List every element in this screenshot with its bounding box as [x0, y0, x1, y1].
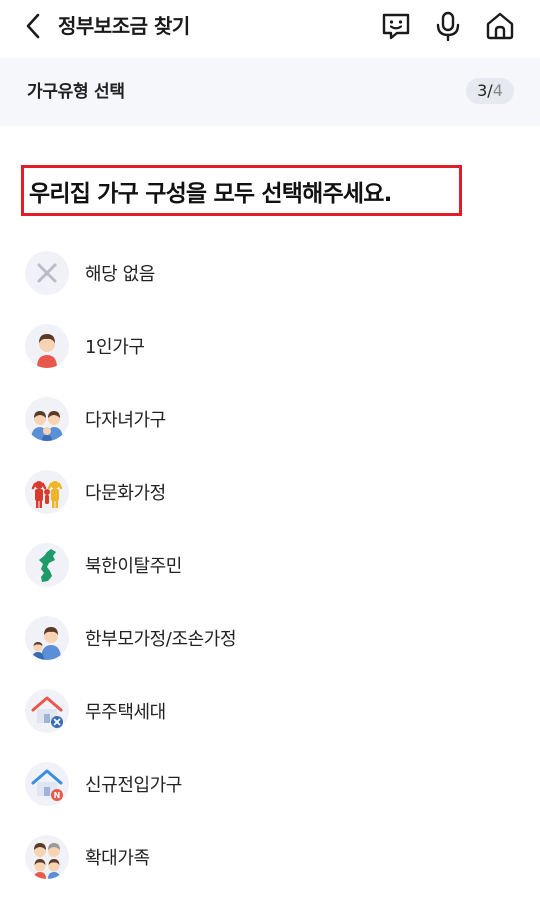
option-label: 다자녀가구 [85, 409, 166, 431]
back-icon[interactable] [20, 12, 46, 40]
step-total: 4 [492, 81, 503, 100]
house-no-icon [25, 688, 69, 733]
extended-family-icon [25, 834, 69, 879]
option-multicultural[interactable]: 다문화가정 [0, 455, 540, 528]
chatbot-icon[interactable] [380, 10, 412, 42]
option-single-household[interactable]: 1인가구 [0, 309, 540, 382]
step-counter-badge: 3/4 [466, 78, 514, 104]
microphone-icon[interactable] [432, 10, 464, 42]
home-icon[interactable] [484, 10, 516, 42]
option-label: 다문화가정 [85, 482, 166, 504]
question-heading: 우리집 가구 구성을 모두 선택해주세요. [21, 165, 462, 216]
page-title: 정부보조금 찾기 [58, 14, 190, 38]
option-north-korean-defector[interactable]: 북한이탈주민 [0, 528, 540, 601]
house-new-icon: N [25, 761, 69, 806]
korea-map-icon [25, 542, 69, 587]
app-header: 정부보조금 찾기 [0, 0, 540, 52]
option-label: 확대가족 [85, 847, 150, 869]
option-new-resident[interactable]: N 신규전입가구 [0, 747, 540, 820]
none-x-icon [25, 250, 69, 295]
option-label: 해당 없음 [85, 263, 155, 285]
option-label: 신규전입가구 [85, 774, 182, 796]
option-label: 1인가구 [85, 336, 145, 358]
svg-text:N: N [54, 791, 61, 800]
step-label: 가구유형 선택 [27, 82, 125, 102]
option-label: 한부모가정/조손가정 [85, 628, 237, 650]
multi-child-family-icon [25, 396, 69, 441]
step-progress-bar: 가구유형 선택 3/4 [0, 58, 540, 126]
single-person-icon [25, 323, 69, 368]
option-single-parent[interactable]: 한부모가정/조손가정 [0, 601, 540, 674]
step-current: 3 [477, 81, 488, 100]
multicultural-family-icon [25, 469, 69, 514]
option-label: 북한이탈주민 [85, 555, 182, 577]
single-parent-icon [25, 615, 69, 660]
option-none[interactable]: 해당 없음 [0, 236, 540, 309]
option-label: 무주택세대 [85, 701, 166, 723]
option-multi-child[interactable]: 다자녀가구 [0, 382, 540, 455]
option-extended-family[interactable]: 확대가족 [0, 820, 540, 893]
option-homeless-household[interactable]: 무주택세대 [0, 674, 540, 747]
